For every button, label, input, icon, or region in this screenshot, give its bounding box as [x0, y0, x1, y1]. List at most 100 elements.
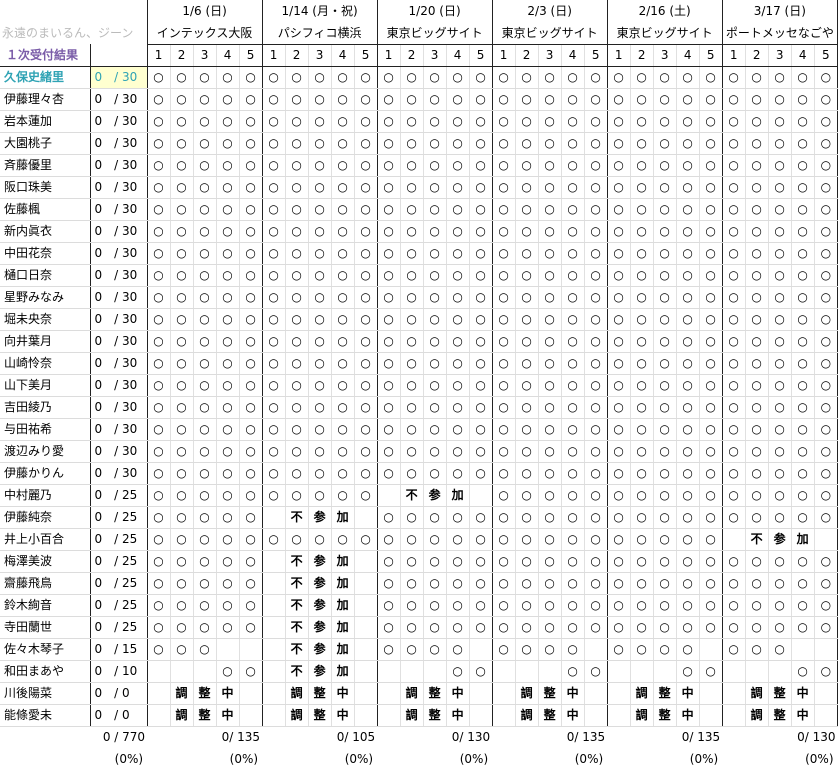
slot-empty [722, 660, 746, 683]
slot-circle: ○ [768, 330, 792, 353]
slot-circle: ○ [262, 528, 286, 551]
slot-circle: ○ [377, 506, 401, 529]
slot-circle: ○ [791, 198, 815, 221]
slot-circle: ○ [354, 66, 378, 89]
member-row: 渡辺みり愛 0 / 30 ○ ○ ○ ○ ○ ○ ○ ○ ○ ○ ○ ○ ○ ○ ○ ○ ○ ○ ○ ○ ○ ○ ○ ○ ○ ○ ○ ○ ○… [0, 440, 838, 463]
slot-circle: ○ [699, 660, 723, 683]
slot-circle: ○ [193, 638, 217, 661]
slot-circle: ○ [699, 66, 723, 89]
slot-circle: ○ [331, 330, 355, 353]
slot-circle: ○ [492, 154, 516, 177]
member-row: 佐藤楓 0 / 30 ○ ○ ○ ○ ○ ○ ○ ○ ○ ○ ○ ○ ○ ○ ○ ○ ○ ○ ○ ○ ○ ○ ○ ○ ○ ○ ○ ○ ○ ○ [0, 198, 838, 221]
slot-circle: ○ [308, 88, 332, 111]
slot-circle: ○ [285, 286, 309, 309]
slot-circle: ○ [354, 198, 378, 221]
slot-circle: ○ [584, 374, 608, 397]
event-percent: (0%) [344, 752, 374, 766]
slot-circle: ○ [699, 286, 723, 309]
slot-circle: ○ [676, 330, 700, 353]
slot-circle: ○ [262, 110, 286, 133]
slot-circle: ○ [768, 462, 792, 485]
part-number: 1 [147, 44, 171, 67]
slot-circle: ○ [814, 88, 838, 111]
slot-circle: ○ [607, 308, 631, 331]
member-count: 0 / 30 [90, 154, 148, 177]
slot-circle: ○ [630, 396, 654, 419]
slot-circle: ○ [492, 66, 516, 89]
slot-circle: ○ [791, 88, 815, 111]
slot-circle: ○ [561, 594, 585, 617]
slot-empty [722, 704, 746, 727]
slot-circle: ○ [814, 286, 838, 309]
slot-circle: ○ [699, 242, 723, 265]
slot-circle: ○ [492, 440, 516, 463]
status-mark: 調 [170, 682, 194, 705]
slot-circle: ○ [768, 286, 792, 309]
slot-circle: ○ [423, 132, 447, 155]
slot-circle: ○ [653, 176, 677, 199]
status-mark: 整 [538, 704, 562, 727]
slot-circle: ○ [423, 616, 447, 639]
slot-circle: ○ [216, 418, 240, 441]
status-mark: 不 [285, 638, 309, 661]
status-mark: 整 [193, 704, 217, 727]
slot-circle: ○ [561, 528, 585, 551]
slot-circle: ○ [561, 264, 585, 287]
slot-circle: ○ [722, 396, 746, 419]
slot-circle: ○ [699, 374, 723, 397]
slot-circle: ○ [515, 506, 539, 529]
slot-circle: ○ [216, 594, 240, 617]
status-mark: 整 [423, 682, 447, 705]
slot-circle: ○ [538, 374, 562, 397]
status-mark: 調 [285, 704, 309, 727]
slot-circle: ○ [400, 374, 424, 397]
slot-circle: ○ [515, 330, 539, 353]
slot-circle: ○ [538, 66, 562, 89]
part-number: 1 [722, 44, 746, 67]
slot-circle: ○ [768, 440, 792, 463]
slot-circle: ○ [492, 462, 516, 485]
slot-circle: ○ [791, 110, 815, 133]
slot-circle: ○ [239, 286, 263, 309]
slot-circle: ○ [722, 638, 746, 661]
slot-circle: ○ [584, 154, 608, 177]
slot-circle: ○ [538, 506, 562, 529]
slot-circle: ○ [216, 308, 240, 331]
slot-circle: ○ [768, 352, 792, 375]
status-mark: 整 [308, 682, 332, 705]
slot-circle: ○ [469, 418, 493, 441]
event-venue: 東京ビッグサイト [607, 22, 723, 45]
slot-circle: ○ [722, 176, 746, 199]
slot-circle: ○ [377, 418, 401, 441]
event-date: 2/3 (日) [492, 0, 608, 22]
slot-circle: ○ [722, 440, 746, 463]
slot-circle: ○ [331, 396, 355, 419]
slot-circle: ○ [239, 308, 263, 331]
slot-circle: ○ [423, 286, 447, 309]
slot-circle: ○ [492, 418, 516, 441]
slot-circle: ○ [423, 638, 447, 661]
slot-circle: ○ [699, 220, 723, 243]
status-mark: 整 [653, 682, 677, 705]
slot-circle: ○ [446, 440, 470, 463]
slot-circle: ○ [653, 88, 677, 111]
slot-circle: ○ [584, 660, 608, 683]
slot-circle: ○ [653, 66, 677, 89]
slot-circle: ○ [354, 220, 378, 243]
slot-circle: ○ [515, 572, 539, 595]
slot-circle: ○ [469, 308, 493, 331]
slot-circle: ○ [722, 66, 746, 89]
slot-circle: ○ [538, 176, 562, 199]
slot-circle: ○ [285, 484, 309, 507]
slot-circle: ○ [492, 176, 516, 199]
slot-circle: ○ [354, 132, 378, 155]
slot-circle: ○ [446, 528, 470, 551]
slot-circle: ○ [446, 308, 470, 331]
slot-circle: ○ [630, 132, 654, 155]
part-number: 4 [446, 44, 470, 67]
slot-circle: ○ [377, 616, 401, 639]
slot-circle: ○ [722, 330, 746, 353]
slot-empty [262, 594, 286, 617]
slot-circle: ○ [561, 616, 585, 639]
slot-circle: ○ [607, 88, 631, 111]
